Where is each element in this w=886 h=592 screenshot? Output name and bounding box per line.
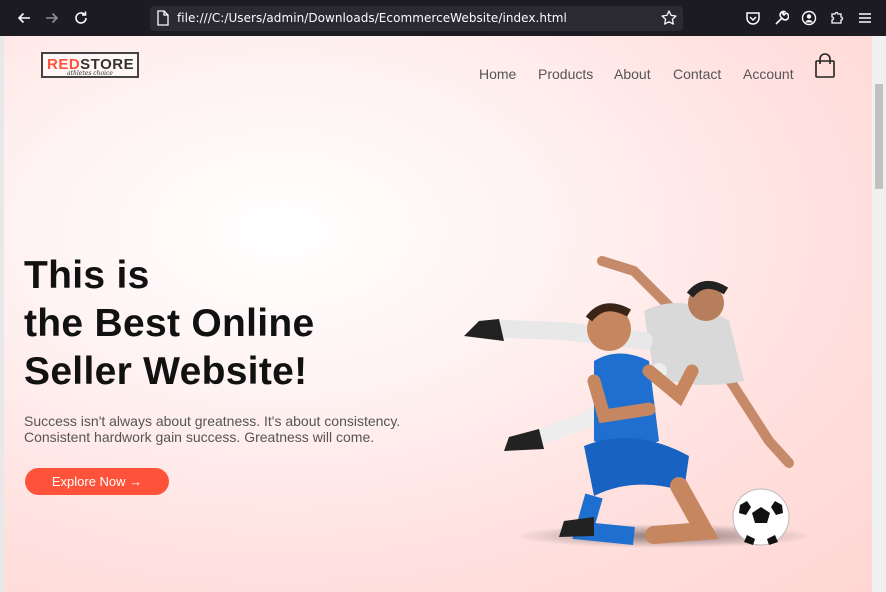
- reload-icon[interactable]: [69, 6, 93, 30]
- hero-subtitle: Success isn't always about greatness. It…: [24, 413, 401, 445]
- nav-about[interactable]: About: [614, 66, 651, 82]
- url-text[interactable]: file:///C:/Users/admin/Downloads/Ecommer…: [177, 11, 567, 25]
- wrench-icon[interactable]: [769, 6, 793, 30]
- nav-contact[interactable]: Contact: [673, 66, 721, 82]
- pocket-icon[interactable]: [741, 6, 765, 30]
- logo-tagline: athletes choice: [67, 70, 113, 77]
- football-players-image: [464, 256, 814, 548]
- redstore-logo[interactable]: REDSTORE athletes choice: [41, 52, 139, 78]
- nav-account[interactable]: Account: [743, 66, 794, 82]
- explore-now-button[interactable]: Explore Now →: [25, 468, 169, 495]
- browser-viewport: REDSTORE athletes choice Home Products A…: [0, 36, 886, 592]
- nav-products[interactable]: Products: [538, 66, 593, 82]
- nav-home[interactable]: Home: [479, 66, 516, 82]
- page-icon: [156, 10, 170, 31]
- forward-icon[interactable]: [40, 6, 64, 30]
- account-icon[interactable]: [797, 6, 821, 30]
- scrollbar[interactable]: [872, 36, 886, 592]
- menu-icon[interactable]: [853, 6, 877, 30]
- webpage: REDSTORE athletes choice Home Products A…: [4, 36, 872, 592]
- shopping-bag-icon[interactable]: [814, 53, 836, 84]
- extensions-icon[interactable]: [825, 6, 849, 30]
- hero-title: This is the Best Online Seller Website!: [24, 254, 315, 393]
- back-icon[interactable]: [12, 6, 36, 30]
- bookmark-star-icon[interactable]: [660, 9, 678, 32]
- scrollbar-thumb[interactable]: [875, 84, 883, 189]
- football: [732, 488, 790, 546]
- url-bar[interactable]: file:///C:/Users/admin/Downloads/Ecommer…: [150, 6, 683, 31]
- browser-toolbar: file:///C:/Users/admin/Downloads/Ecommer…: [0, 0, 886, 36]
